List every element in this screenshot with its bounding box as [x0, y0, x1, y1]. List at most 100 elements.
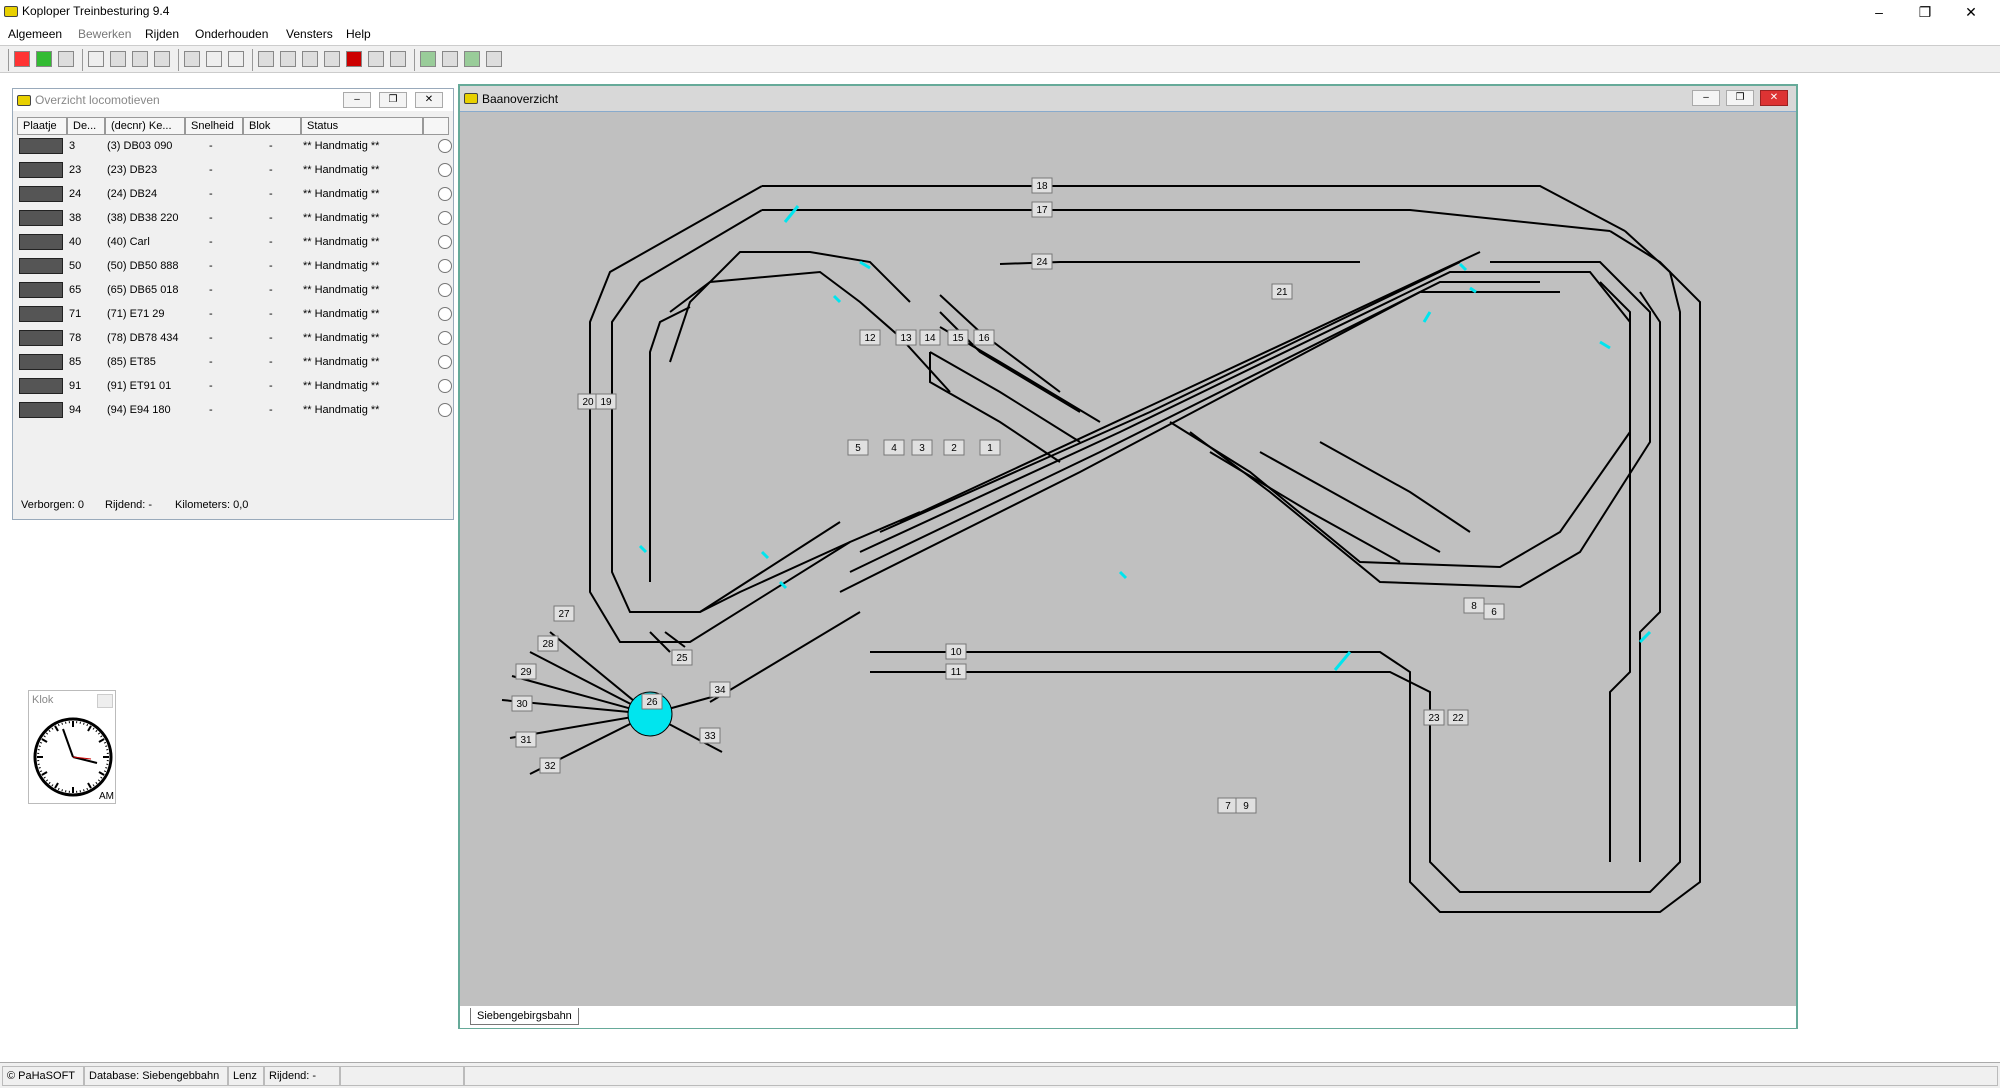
menu-bewerken[interactable]: Bewerken	[78, 27, 131, 41]
block-label[interactable]: 21	[1276, 287, 1288, 298]
block-label[interactable]: 12	[864, 333, 876, 344]
table-row[interactable]: 71 (71) E71 29 - - ** Handmatig **	[17, 303, 452, 325]
keyboard-icon[interactable]	[58, 51, 74, 67]
table-row[interactable]: 50 (50) DB50 888 - - ** Handmatig **	[17, 255, 452, 277]
table-row[interactable]: 24 (24) DB24 - - ** Handmatig **	[17, 183, 452, 205]
export-icon[interactable]	[464, 51, 480, 67]
timer-icon[interactable]	[368, 51, 384, 67]
block-label[interactable]: 15	[952, 333, 964, 344]
menu-help[interactable]: Help	[346, 27, 371, 41]
menu-rijden[interactable]: Rijden	[145, 27, 179, 41]
col-plaatje[interactable]: Plaatje	[17, 117, 67, 135]
block-label[interactable]: 31	[520, 735, 532, 746]
layout-maximize-button[interactable]: ❐	[1726, 90, 1754, 106]
loco-select-radio[interactable]	[438, 355, 452, 369]
block-label[interactable]: 18	[1036, 181, 1048, 192]
loco-select-radio[interactable]	[438, 259, 452, 273]
close-button[interactable]: ✕	[1948, 0, 1994, 24]
tab-siebengebirgsbahn[interactable]: Siebengebirgsbahn	[470, 1008, 579, 1025]
block-label[interactable]: 27	[558, 609, 570, 620]
key-icon[interactable]	[390, 51, 406, 67]
block-label[interactable]: 33	[704, 731, 716, 742]
block-label[interactable]: 14	[924, 333, 936, 344]
loco-maximize-button[interactable]: ❐	[379, 92, 407, 108]
block-label[interactable]: 8	[1471, 601, 1477, 612]
block-label[interactable]: 2	[951, 443, 957, 454]
table-row[interactable]: 23 (23) DB23 - - ** Handmatig **	[17, 159, 452, 181]
block-label[interactable]: 32	[544, 761, 556, 772]
table-row[interactable]: 3 (3) DB03 090 - - ** Handmatig **	[17, 135, 452, 157]
record-icon[interactable]	[346, 51, 362, 67]
block-label[interactable]: 20	[582, 397, 594, 408]
block-label[interactable]: 19	[600, 397, 612, 408]
col-speed[interactable]: Snelheid	[185, 117, 243, 135]
block-label[interactable]: 22	[1452, 713, 1464, 724]
block-label[interactable]: 9	[1243, 801, 1249, 812]
track-layout-diagram[interactable]: 1817242112 13 14 15 1620 195 4 3 2 11011272829303…	[460, 112, 1796, 1006]
block-label[interactable]: 3	[919, 443, 925, 454]
table-row[interactable]: 65 (65) DB65 018 - - ** Handmatig **	[17, 279, 452, 301]
block-label[interactable]: 28	[542, 639, 554, 650]
loco-select-radio[interactable]	[438, 139, 452, 153]
block-label[interactable]: 30	[516, 699, 528, 710]
block-label[interactable]: 13	[900, 333, 912, 344]
loco-select-radio[interactable]	[438, 403, 452, 417]
layout-minimize-button[interactable]: –	[1692, 90, 1720, 106]
block-label[interactable]: 16	[978, 333, 990, 344]
loco-select-radio[interactable]	[438, 307, 452, 321]
table-icon[interactable]	[110, 51, 126, 67]
table-row[interactable]: 78 (78) DB78 434 - - ** Handmatig **	[17, 327, 452, 349]
loco-minimize-button[interactable]: –	[343, 92, 371, 108]
pin-red-icon[interactable]	[14, 51, 30, 67]
loco-close-button[interactable]: ✕	[415, 92, 443, 108]
loco-select-radio[interactable]	[438, 187, 452, 201]
page-one-icon[interactable]	[442, 51, 458, 67]
table-row[interactable]: 94 (94) E94 180 - - ** Handmatig **	[17, 399, 452, 421]
block-label[interactable]: 4	[891, 443, 897, 454]
clock-window[interactable]: Klok AM	[28, 690, 116, 804]
grid-icon[interactable]	[154, 51, 170, 67]
menu-vensters[interactable]: Vensters	[286, 27, 333, 41]
menu-onderhouden[interactable]: Onderhouden	[195, 27, 268, 41]
loco-window-titlebar[interactable]: Overzicht locomotieven – ❐ ✕	[13, 89, 453, 111]
s-icon[interactable]	[88, 51, 104, 67]
loco-overview-window[interactable]: Overzicht locomotieven – ❐ ✕ Plaatje De.…	[12, 88, 454, 520]
loco-select-radio[interactable]	[438, 283, 452, 297]
block-label[interactable]: 17	[1036, 205, 1048, 216]
minimize-button[interactable]: –	[1856, 0, 1902, 24]
table-row[interactable]: 85 (85) ET85 - - ** Handmatig **	[17, 351, 452, 373]
edit-icon[interactable]	[132, 51, 148, 67]
block-label[interactable]: 25	[676, 653, 688, 664]
table-row[interactable]: 91 (91) ET91 01 - - ** Handmatig **	[17, 375, 452, 397]
gear-icon[interactable]	[280, 51, 296, 67]
layout-window-titlebar[interactable]: Baanoverzicht – ❐ ✕	[460, 86, 1796, 112]
loco-select-radio[interactable]	[438, 211, 452, 225]
table-row[interactable]: 40 (40) Carl - - ** Handmatig **	[17, 231, 452, 253]
locomotive-icon[interactable]	[324, 51, 340, 67]
clock-close-icon[interactable]	[97, 694, 113, 708]
block-label[interactable]: 10	[950, 647, 962, 658]
wheel-icon[interactable]	[302, 51, 318, 67]
signal-icon[interactable]	[258, 51, 274, 67]
printer-icon[interactable]	[486, 51, 502, 67]
block-label[interactable]: 6	[1491, 607, 1497, 618]
layout-close-button[interactable]: ✕	[1760, 90, 1788, 106]
block-label[interactable]: 1	[987, 443, 993, 454]
block-label[interactable]: 7	[1225, 801, 1231, 812]
x-icon[interactable]	[184, 51, 200, 67]
loco-select-radio[interactable]	[438, 331, 452, 345]
col-decoder[interactable]: De...	[67, 117, 105, 135]
layout-window[interactable]: Baanoverzicht – ❐ ✕ 18 17 24 21 12 13 14…	[458, 84, 1798, 1029]
block-label[interactable]: 5	[855, 443, 861, 454]
loco-select-radio[interactable]	[438, 379, 452, 393]
loco-select-radio[interactable]	[438, 163, 452, 177]
col-name[interactable]: (decnr) Ke...	[105, 117, 185, 135]
book-icon[interactable]	[420, 51, 436, 67]
pin-green-icon[interactable]	[36, 51, 52, 67]
hand-icon[interactable]	[206, 51, 222, 67]
maximize-button[interactable]: ❐	[1902, 0, 1948, 24]
col-status[interactable]: Status	[301, 117, 423, 135]
table-row[interactable]: 38 (38) DB38 220 - - ** Handmatig **	[17, 207, 452, 229]
block-label[interactable]: 23	[1428, 713, 1440, 724]
loco-select-radio[interactable]	[438, 235, 452, 249]
